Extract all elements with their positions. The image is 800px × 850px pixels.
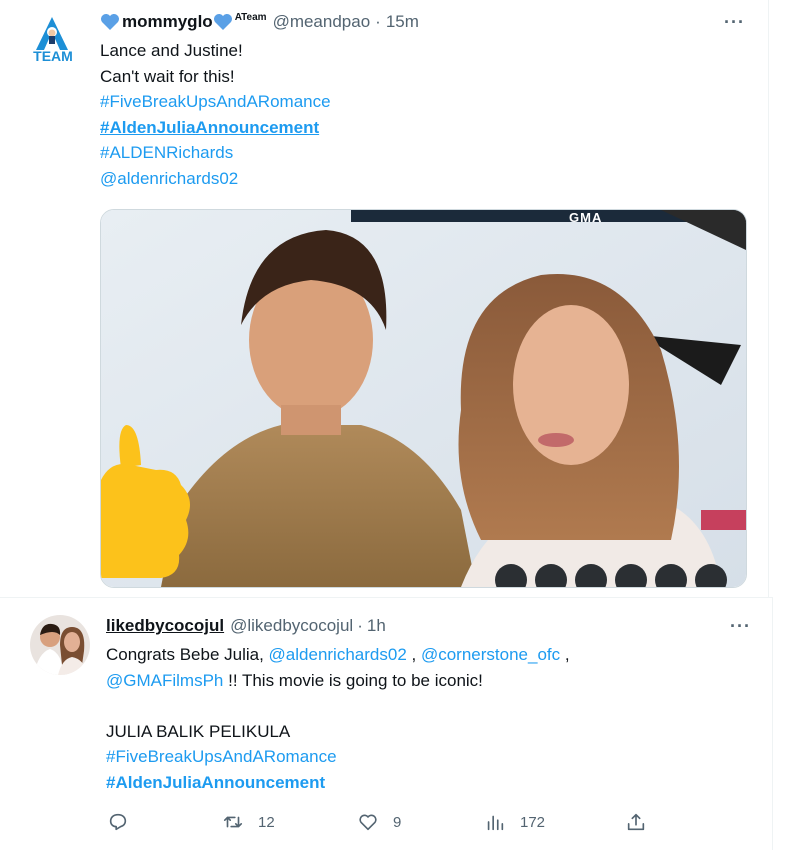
mention-link[interactable]: @aldenrichards02	[100, 166, 331, 192]
reply-icon	[109, 813, 127, 831]
mention-link[interactable]: @aldenrichards02	[269, 645, 407, 664]
mention-link[interactable]: @cornerstone_ofc	[421, 645, 560, 664]
display-name[interactable]: mommyglo	[122, 12, 213, 32]
tweet-meandpao[interactable]: TEAM mommyglo ATeam @meandpao · 15m ··· …	[0, 0, 769, 597]
views-chart-icon	[487, 815, 504, 831]
views-button[interactable]: 172	[484, 811, 545, 833]
like-count: 9	[393, 813, 402, 831]
timestamp[interactable]: 15m	[386, 12, 419, 32]
avatar-photo	[30, 615, 90, 675]
tweet-actions-bar: 12 9 172	[0, 811, 772, 841]
handle[interactable]: @meandpao	[273, 12, 371, 32]
avatar-team-label: TEAM	[33, 48, 73, 64]
text-line: Congrats Bebe Julia, @aldenrichards02 , …	[106, 642, 570, 668]
blue-heart-icon	[213, 14, 232, 30]
broadcaster-watermark: GMA	[569, 210, 603, 225]
blue-heart-icon	[101, 14, 119, 30]
timestamp[interactable]: 1h	[367, 616, 386, 636]
text-span: Congrats Bebe Julia,	[106, 645, 269, 664]
display-name[interactable]: likedbycocojul	[106, 616, 224, 636]
text-line: Can't wait for this!	[100, 66, 235, 86]
views-count: 172	[520, 813, 546, 831]
share-button[interactable]	[625, 811, 647, 833]
hashtag-link[interactable]: #FiveBreakUpsAndARomance	[106, 744, 570, 770]
more-options-icon[interactable]: ···	[724, 12, 745, 33]
text-span: ,	[406, 645, 421, 664]
handle[interactable]: @likedbycocojul	[230, 616, 353, 636]
text-line: Lance and Justine!	[100, 41, 243, 60]
retweet-icon	[223, 816, 243, 828]
separator-dot: ·	[357, 616, 363, 635]
tweet-header: likedbycocojul @likedbycocojul · 1h	[106, 616, 386, 636]
hashtag-link[interactable]: #ALDENRichards	[100, 140, 331, 166]
more-options-icon[interactable]: ···	[730, 616, 751, 637]
like-button[interactable]: 9	[357, 811, 401, 833]
text-line: JULIA BALIK PELIKULA	[106, 721, 291, 741]
hashtag-link[interactable]: #AldenJuliaAnnouncement	[106, 770, 570, 796]
mention-link[interactable]: @GMAFilmsPh	[106, 671, 223, 690]
hashtag-link[interactable]: #FiveBreakUpsAndARomance	[100, 89, 331, 115]
reply-button[interactable]	[107, 811, 143, 833]
ateam-badge: ATeam	[234, 12, 267, 23]
tweet-video[interactable]: GMA	[100, 209, 747, 588]
hashtag-link[interactable]: #AldenJuliaAnnouncement	[100, 115, 331, 141]
heart-icon	[359, 814, 377, 831]
tweet-header: mommyglo ATeam @meandpao · 15m	[100, 12, 419, 32]
text-span: !! This movie is going to be iconic!	[223, 670, 483, 690]
retweet-button[interactable]: 12	[222, 811, 275, 833]
share-icon	[627, 813, 645, 831]
separator-dot: ·	[375, 12, 381, 31]
tweet-text: Lance and Justine! Can't wait for this! …	[100, 38, 331, 192]
tweet-text: Congrats Bebe Julia, @aldenrichards02 , …	[106, 642, 570, 796]
video-frame	[101, 210, 746, 587]
avatar-likedbycocojul[interactable]	[30, 615, 90, 675]
retweet-count: 12	[258, 813, 275, 831]
text-line: @GMAFilmsPh !! This movie is going to be…	[106, 668, 570, 694]
text-span: ,	[560, 645, 570, 664]
